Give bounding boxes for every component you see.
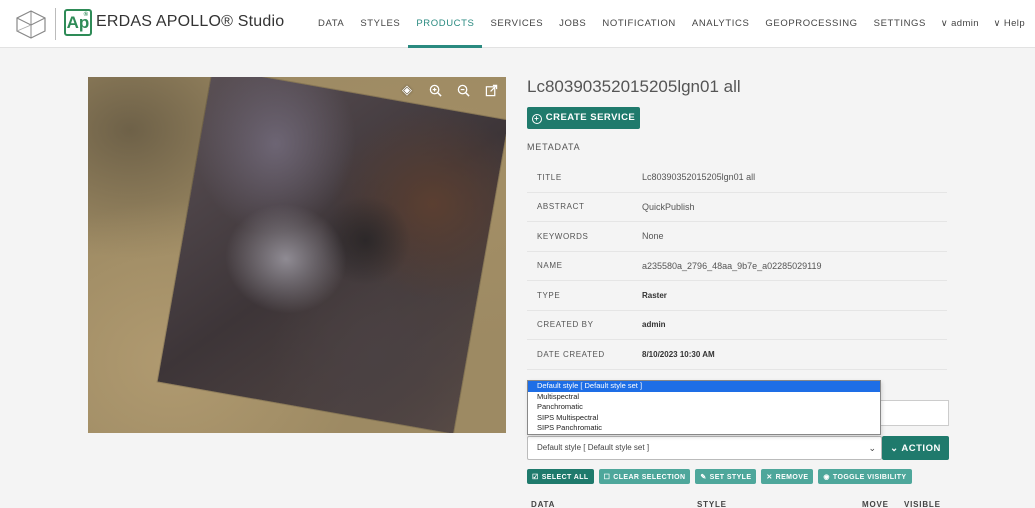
hexagon-logo-icon[interactable] <box>14 9 48 39</box>
set-style-button[interactable]: ✎ SET STYLE <box>695 469 757 484</box>
plus-circle-icon: + <box>531 114 542 124</box>
brand-badge[interactable]: Ap ® <box>64 9 92 36</box>
select-all-icon: ☑ <box>532 473 539 481</box>
metadata-key: TITLE <box>537 172 562 182</box>
metadata-key: TYPE <box>537 290 561 300</box>
metadata-row: ABSTRACT QuickPublish <box>527 193 947 222</box>
main-nav: DATA STYLES PRODUCTS SERVICES JOBS NOTIFICATI… <box>310 0 934 48</box>
metadata-key: KEYWORDS <box>537 231 589 241</box>
metadata-value: QuickPublish <box>642 201 695 212</box>
bulk-action-label: CLEAR SELECTION <box>613 473 686 481</box>
clear-selection-button[interactable]: ☐ CLEAR SELECTION <box>598 469 691 484</box>
chevron-down-icon: ⌄ <box>890 442 902 454</box>
bulk-action-label: TOGGLE VISIBILITY <box>832 473 907 481</box>
column-header-data: DATA <box>531 500 556 508</box>
help-menu[interactable]: ∨ Help <box>993 0 1025 48</box>
bulk-action-label: SET STYLE <box>709 473 752 481</box>
zoom-in-icon[interactable] <box>426 81 444 99</box>
metadata-value: 8/10/2023 10:30 AM <box>642 349 715 359</box>
user-menu[interactable]: ∨ admin <box>941 0 979 48</box>
bulk-actions-bar: ☑ SELECT ALL ☐ CLEAR SELECTION ✎ SET STYLE ✕ RE… <box>527 469 912 484</box>
metadata-value: admin <box>642 320 666 330</box>
style-option[interactable]: Multispectral <box>528 392 880 403</box>
metadata-row: CREATED BY admin <box>527 311 947 340</box>
metadata-row: DATE CREATED 8/10/2023 10:30 AM <box>527 340 947 370</box>
zoom-out-icon[interactable] <box>454 81 472 99</box>
top-bar: Ap ® ERDAS APOLLO® Studio DATA STYLES PRODU… <box>0 0 1035 48</box>
style-option[interactable]: Panchromatic <box>528 402 880 413</box>
remove-button[interactable]: ✕ REMOVE <box>761 469 814 484</box>
action-label: ACTION <box>901 442 941 454</box>
nav-item-settings[interactable]: SETTINGS <box>866 0 934 48</box>
chevron-down-icon: ⌄ <box>868 443 876 453</box>
style-name-input[interactable] <box>880 400 949 426</box>
metadata-row: NAME a235580a_2796_48aa_9b7e_a02285029119 <box>527 252 947 281</box>
nav-item-analytics[interactable]: ANALYTICS <box>684 0 758 48</box>
metadata-value: None <box>642 231 664 242</box>
toggle-visibility-icon: ◉ <box>823 473 830 481</box>
column-header-move: MOVE <box>862 500 889 508</box>
app-title: ERDAS APOLLO® Studio <box>96 13 285 30</box>
metadata-key: DATE CREATED <box>537 349 605 359</box>
style-option[interactable]: SIPS Panchromatic <box>528 423 880 434</box>
style-select[interactable]: Default style [ Default style set ] ⌄ <box>527 436 882 460</box>
style-options-list: Default style [ Default style set ] Multi… <box>527 380 881 435</box>
create-service-label: CREATE SERVICE <box>545 112 636 123</box>
set-style-icon: ✎ <box>700 473 707 481</box>
select-all-button[interactable]: ☑ SELECT ALL <box>527 469 594 484</box>
toggle-visibility-button[interactable]: ◉ TOGGLE VISIBILITY <box>818 469 912 484</box>
metadata-row: TYPE Raster <box>527 281 947 311</box>
nav-item-products[interactable]: PRODUCTS <box>408 0 483 48</box>
column-header-style: STYLE <box>697 500 727 508</box>
nav-item-jobs[interactable]: JOBS <box>551 0 594 48</box>
raster-scene <box>157 77 506 433</box>
create-service-button[interactable]: + CREATE SERVICE <box>527 107 640 129</box>
metadata-key: CREATED BY <box>537 320 594 330</box>
metadata-value: a235580a_2796_48aa_9b7e_a02285029119 <box>642 260 822 271</box>
metadata-row: KEYWORDS None <box>527 222 947 252</box>
nav-item-data[interactable]: DATA <box>310 0 352 48</box>
remove-icon: ✕ <box>766 473 773 481</box>
logo-divider <box>55 8 56 40</box>
metadata-value: Raster <box>642 290 667 300</box>
style-option[interactable]: Default style [ Default style set ] <box>528 381 880 392</box>
map-toolbar: ◈ <box>398 81 500 99</box>
nav-item-services[interactable]: SERVICES <box>482 0 551 48</box>
metadata-value: Lc80390352015205lgn01 all <box>642 172 756 183</box>
metadata-heading: METADATA <box>527 142 581 152</box>
locate-icon[interactable]: ◈ <box>398 81 416 99</box>
clear-selection-icon: ☐ <box>603 473 611 481</box>
style-select-value: Default style [ Default style set ] <box>537 443 650 452</box>
metadata-table: TITLE Lc80390352015205lgn01 all ABSTRACT Qu… <box>527 163 947 370</box>
action-button[interactable]: ⌄ ACTION <box>882 436 949 460</box>
metadata-key: ABSTRACT <box>537 202 585 212</box>
nav-item-styles[interactable]: STYLES <box>352 0 408 48</box>
map-preview[interactable]: ◈ <box>88 77 506 433</box>
nav-item-notification[interactable]: NOTIFICATION <box>594 0 684 48</box>
brand-badge-registered: ® <box>83 12 88 18</box>
bulk-action-label: REMOVE <box>775 473 809 481</box>
metadata-key: NAME <box>537 261 563 271</box>
open-external-icon[interactable] <box>482 81 500 99</box>
bulk-action-label: SELECT ALL <box>541 473 589 481</box>
product-title: Lc80390352015205lgn01 all <box>527 77 741 96</box>
column-header-visible: VISIBLE <box>904 500 941 508</box>
metadata-row: TITLE Lc80390352015205lgn01 all <box>527 163 947 193</box>
style-option[interactable]: SIPS Multispectral <box>528 413 880 424</box>
nav-item-geoprocessing[interactable]: GEOPROCESSING <box>757 0 865 48</box>
